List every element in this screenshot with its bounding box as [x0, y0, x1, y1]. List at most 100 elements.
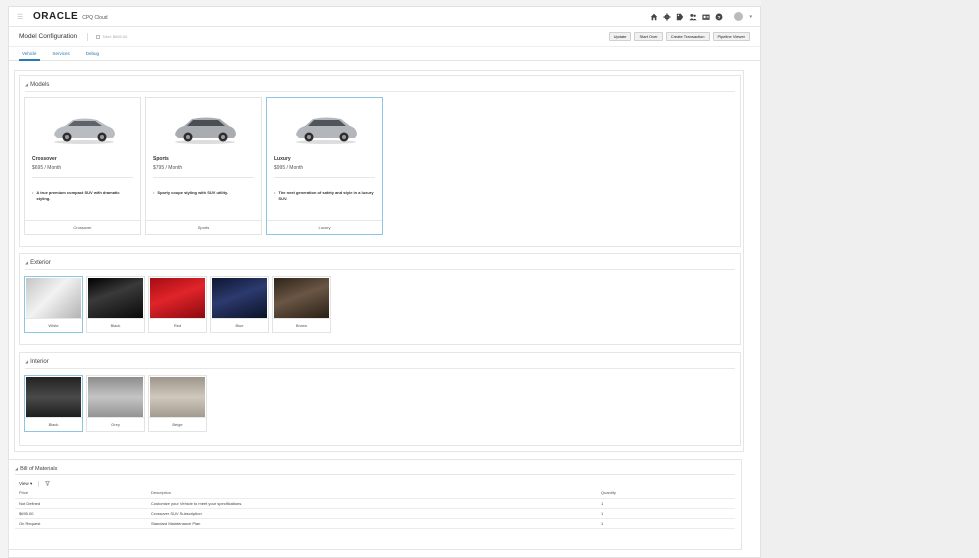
models-panel: ◢ Models Crossover $695 / Month • A true p… [19, 75, 741, 247]
model-description: • A true premium compact SUV with dramati… [32, 190, 120, 201]
swatch-label: Grey [87, 417, 144, 431]
interior-swatch-black[interactable]: Black [24, 375, 83, 432]
total-value: Total: $695.00 [102, 34, 128, 39]
empty-side-pane [761, 0, 979, 558]
configuration-area: ◢ Models Crossover $695 / Month • A true p… [14, 70, 744, 452]
divider [25, 368, 735, 369]
user-avatar[interactable] [734, 12, 744, 21]
bom-toolbar: View ▾ [9, 475, 741, 488]
oracle-logo: ORACLE [33, 11, 79, 22]
model-card-luxury[interactable]: Luxury $995 / Month • The next generation… [266, 97, 383, 235]
quantity-cell: 1 [597, 508, 735, 519]
divider [87, 32, 89, 41]
top-bar: ☰ ORACLE CPQ Cloud ? ▾ [9, 7, 760, 27]
help-icon[interactable]: ? [715, 13, 723, 21]
tab-bar: Vehicle Services Debug [9, 47, 760, 61]
model-name: Crossover [32, 156, 57, 162]
create-transaction-button[interactable]: Create Transaction [665, 32, 710, 41]
models-panel-title[interactable]: ◢ Models [20, 76, 740, 91]
id-card-icon[interactable] [702, 13, 711, 21]
color-sample [26, 377, 81, 417]
exterior-swatch-black[interactable]: Black [86, 276, 145, 333]
table-row[interactable]: $695.00 Crossover SUV Subscription 1 [15, 508, 735, 519]
divider [32, 177, 133, 178]
collapse-icon: ◢ [25, 260, 29, 265]
pipeline-viewer-button[interactable]: Pipeline Viewer [712, 32, 750, 41]
interior-swatch-beige[interactable]: Beige [148, 375, 207, 432]
swatch-label: Blue [211, 318, 268, 332]
exterior-swatch-blue[interactable]: Blue [210, 276, 269, 333]
description-cell: Crossover SUV Subscription [147, 508, 597, 519]
car-image [296, 117, 357, 144]
tab-services[interactable]: Services [50, 47, 73, 61]
exterior-swatch-brown[interactable]: Brown [272, 276, 331, 333]
divider [25, 91, 735, 92]
description-cell: Customize your Vehicle to meet your spec… [147, 498, 597, 509]
swatch-label: Beige [149, 417, 206, 431]
swatch-label: Black [87, 318, 144, 332]
model-card-label: Luxury [267, 220, 382, 234]
quantity-cell: 1 [597, 498, 735, 509]
collapse-icon: ◢ [25, 359, 29, 364]
model-name: Sports [153, 156, 169, 162]
color-sample [212, 278, 267, 318]
home-icon[interactable] [650, 13, 658, 21]
divider [274, 177, 375, 178]
model-card-sports[interactable]: Sports $795 / Month • Sporty coupe stylin… [145, 97, 262, 235]
exterior-swatch-white[interactable]: White [24, 276, 83, 333]
chevron-down-icon[interactable]: ▾ [749, 14, 752, 20]
product-name: CPQ Cloud [82, 14, 108, 21]
column-header-description[interactable]: Description [147, 488, 597, 499]
bom-title[interactable]: ◢ Bill of Materials [9, 460, 741, 474]
color-sample [88, 278, 143, 318]
interior-swatches: Black Grey Beige [24, 375, 207, 432]
bom-table: Price Description Quantity Not Defined C… [15, 488, 735, 529]
tab-debug[interactable]: Debug [83, 47, 102, 61]
users-icon[interactable] [689, 13, 698, 21]
hamburger-menu-icon[interactable]: ☰ [17, 13, 25, 21]
gear-icon[interactable] [663, 12, 672, 21]
page-header: Model Configuration Total: $695.00 Updat… [9, 27, 760, 47]
table-row[interactable]: On Request Standard Maintenance Plan 1 [15, 518, 735, 529]
color-sample [26, 278, 81, 318]
divider [153, 177, 254, 178]
color-sample [274, 278, 329, 318]
exterior-swatch-red[interactable]: Red [148, 276, 207, 333]
model-price: $795 / Month [153, 165, 183, 171]
interior-panel-title[interactable]: ◢ Interior [20, 353, 740, 368]
tag-icon[interactable] [676, 13, 684, 21]
interior-panel: ◢ Interior Black Grey Beige [19, 352, 741, 446]
model-card-label: Sports [146, 220, 261, 234]
model-price: $695 / Month [32, 165, 62, 171]
color-sample [88, 377, 143, 417]
model-card-crossover[interactable]: Crossover $695 / Month • A true premium c… [24, 97, 141, 235]
view-menu[interactable]: View ▾ [19, 481, 32, 487]
column-header-price[interactable]: Price [15, 488, 147, 499]
update-button[interactable]: Update [608, 32, 632, 41]
total-display: Total: $695.00 [96, 34, 127, 39]
exterior-panel: ◢ Exterior White Black Red Blue Brown [19, 253, 741, 345]
table-header-row: Price Description Quantity [15, 488, 735, 499]
column-header-quantity[interactable]: Quantity [597, 488, 735, 499]
top-icons: ? ▾ [650, 12, 752, 21]
tab-vehicle[interactable]: Vehicle [19, 47, 40, 61]
model-cards: Crossover $695 / Month • A true premium c… [24, 97, 383, 235]
swatch-label: Black [25, 417, 82, 431]
interior-swatch-grey[interactable]: Grey [86, 375, 145, 432]
table-row[interactable]: Not Defined Customize your Vehicle to me… [15, 498, 735, 509]
description-cell: Standard Maintenance Plan [147, 518, 597, 529]
svg-text:?: ? [718, 14, 721, 20]
divider [38, 481, 40, 487]
exterior-panel-title[interactable]: ◢ Exterior [20, 254, 740, 269]
swatch-label: White [25, 318, 82, 332]
model-card-label: Crossover [25, 220, 140, 234]
model-name: Luxury [274, 156, 291, 162]
price-cell: On Request [15, 518, 147, 529]
model-price: $995 / Month [274, 165, 304, 171]
filter-icon[interactable] [45, 481, 51, 487]
swatch-label: Brown [273, 318, 330, 332]
collapse-icon: ◢ [25, 82, 29, 87]
page-title: Model Configuration [19, 33, 78, 40]
price-cell: $695.00 [15, 508, 147, 519]
start-over-button[interactable]: Start Over [634, 32, 663, 41]
